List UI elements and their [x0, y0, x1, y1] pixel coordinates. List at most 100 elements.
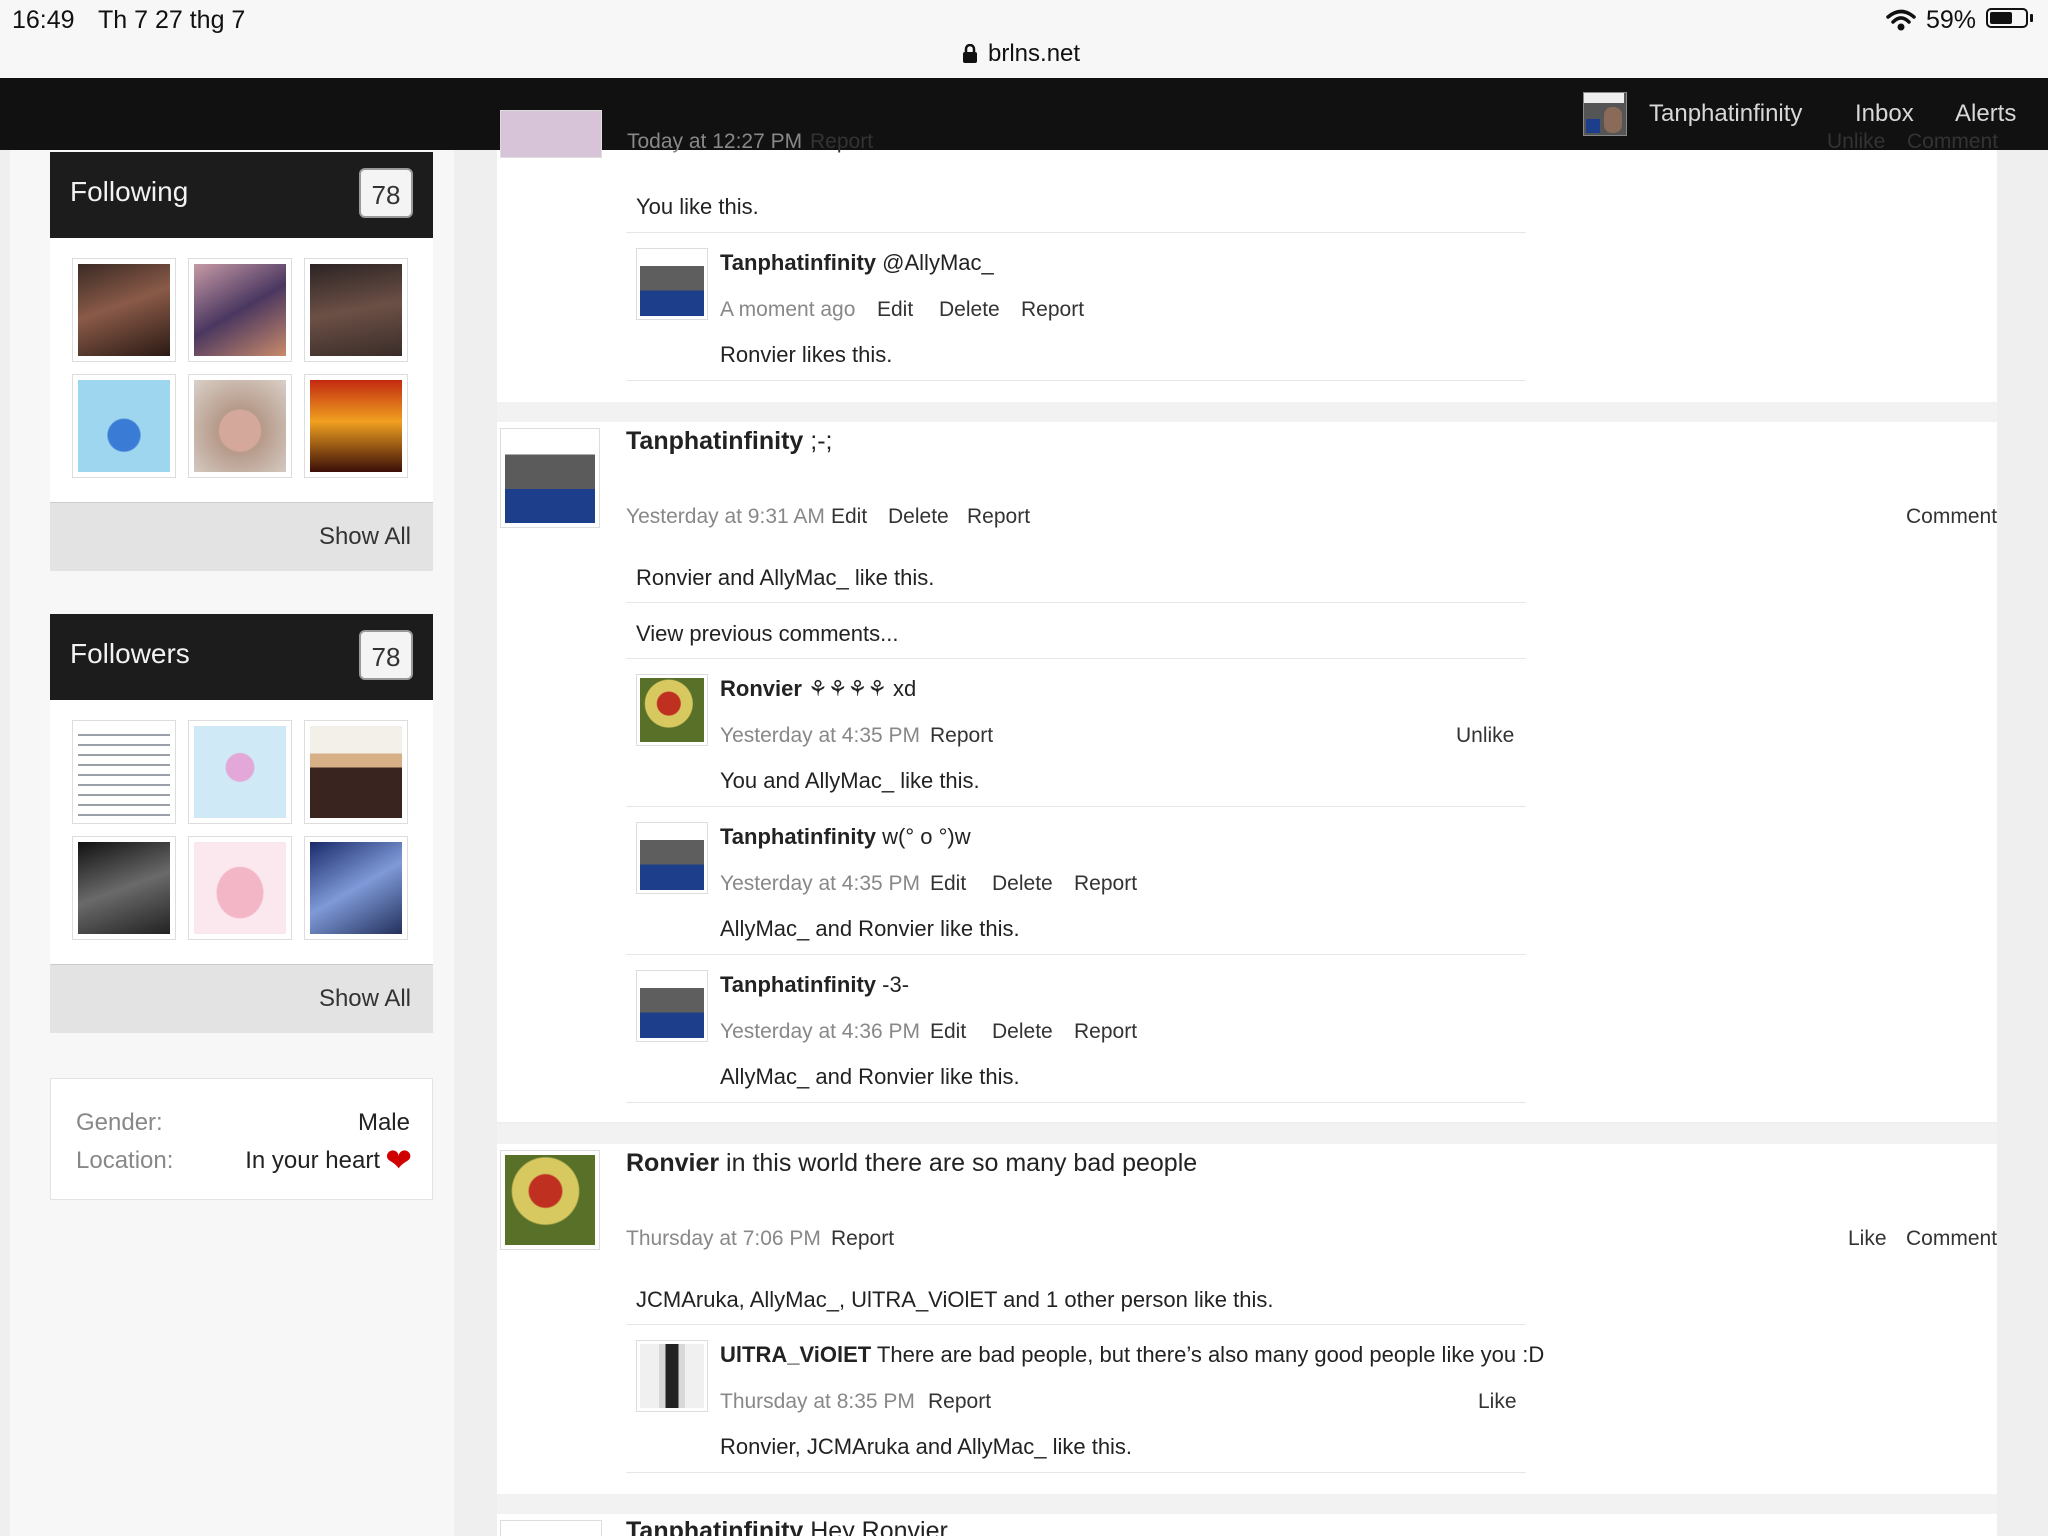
post-report-link[interactable]: Report: [810, 130, 873, 154]
comment-report-link[interactable]: Report: [930, 724, 993, 748]
comment-edit-link[interactable]: Edit: [930, 1020, 966, 1044]
view-previous-comments-link[interactable]: View previous comments...: [636, 621, 898, 647]
battery-cap: [2030, 14, 2033, 22]
comment-body: UlTRA_ViOlET There are bad people, but t…: [720, 1342, 1544, 1368]
post-separator: [497, 1494, 1997, 1514]
comment-time: Yesterday at 4:35 PM: [720, 724, 921, 747]
comment-text: There are bad people, but there’s also m…: [876, 1342, 1545, 1367]
post-avatar[interactable]: [500, 1520, 602, 1536]
comment-text: @AllyMac_: [882, 250, 994, 275]
post-avatar[interactable]: [500, 110, 602, 158]
comment-body: Tanphatinfinity @AllyMac_: [720, 250, 994, 276]
comment-report-link[interactable]: Report: [1074, 1020, 1137, 1044]
battery-icon: [1986, 8, 2028, 28]
gender-value: Male: [357, 1109, 410, 1136]
gender-label: Gender:: [76, 1109, 163, 1136]
comment-time: Thursday at 8:35 PM: [720, 1390, 915, 1413]
post-comment-link[interactable]: Comment: [1906, 1227, 1997, 1251]
post-avatar[interactable]: [500, 428, 600, 528]
post-report-link[interactable]: Report: [831, 1227, 894, 1251]
comment-report-link[interactable]: Report: [1074, 872, 1137, 896]
comment-body: Tanphatinfinity -3-: [720, 972, 909, 998]
follower-avatar[interactable]: [188, 720, 292, 824]
post-author[interactable]: Ronvier: [626, 1149, 719, 1177]
comment-like-link[interactable]: Like: [1478, 1390, 1517, 1414]
status-time: 16:49: [12, 6, 75, 34]
comment-author[interactable]: Tanphatinfinity: [720, 250, 876, 275]
comment-author[interactable]: Ronvier: [720, 676, 802, 701]
comment-edit-link[interactable]: Edit: [930, 872, 966, 896]
comment-avatar[interactable]: [636, 1340, 708, 1412]
comment-avatar[interactable]: [636, 248, 708, 320]
comment-avatar[interactable]: [636, 674, 708, 746]
comment-report-link[interactable]: Report: [1021, 298, 1084, 322]
comment-edit-link[interactable]: Edit: [877, 298, 913, 322]
post-comment-link[interactable]: Comment: [1906, 505, 1997, 529]
comment-author[interactable]: UlTRA_ViOlET: [720, 1342, 871, 1367]
comment-report-link[interactable]: Report: [928, 1390, 991, 1414]
nav-inbox-link[interactable]: Inbox: [1855, 100, 1914, 128]
comment-text: w(° o °)w: [882, 824, 971, 849]
post-author[interactable]: Tanphatinfinity: [626, 1517, 803, 1536]
post-report-link[interactable]: Report: [967, 505, 1030, 529]
comment-avatar[interactable]: [636, 970, 708, 1042]
comment-avatar[interactable]: [636, 822, 708, 894]
follower-avatar[interactable]: [304, 720, 408, 824]
following-avatar[interactable]: [188, 374, 292, 478]
comment-body: Tanphatinfinity w(° o °)w: [720, 824, 971, 850]
post-likes-summary: Ronvier and AllyMac_ like this.: [636, 565, 935, 590]
nav-alerts-link[interactable]: Alerts: [1955, 100, 2016, 128]
post-like-link[interactable]: Like: [1848, 1227, 1887, 1251]
following-avatar[interactable]: [72, 258, 176, 362]
post-delete-link[interactable]: Delete: [888, 505, 949, 529]
divider-line: [626, 380, 1526, 381]
comment-author[interactable]: Tanphatinfinity: [720, 824, 876, 849]
post-comment-link[interactable]: Comment: [1907, 130, 1998, 154]
following-avatar[interactable]: [188, 258, 292, 362]
divider-line: [626, 232, 1526, 233]
following-show-all-button[interactable]: Show All: [50, 502, 433, 571]
comment-delete-link[interactable]: Delete: [939, 298, 1000, 322]
post-time: Thursday at 7:06 PM: [626, 1227, 821, 1250]
following-avatar[interactable]: [72, 374, 176, 478]
comment-author[interactable]: Tanphatinfinity: [720, 972, 876, 997]
post-author[interactable]: Tanphatinfinity: [626, 427, 803, 455]
following-avatar[interactable]: [304, 258, 408, 362]
comment-delete-link[interactable]: Delete: [992, 1020, 1053, 1044]
post-body: Tanphatinfinity Hey Ronvier: [626, 1517, 948, 1536]
profile-post: Tanphatinfinity Hey Ronvier: [497, 1514, 1997, 1536]
post-avatar[interactable]: [500, 1150, 600, 1250]
post-likes-summary: You like this.: [636, 194, 759, 219]
post-separator: [497, 402, 1997, 422]
follower-avatar[interactable]: [188, 836, 292, 940]
comment-time: Yesterday at 4:36 PM: [720, 1020, 921, 1043]
followers-title: Followers: [70, 638, 190, 669]
lock-icon: [963, 44, 977, 63]
comment-likes: You and AllyMac_ like this.: [720, 768, 980, 793]
comment-body: Ronvier ⚘⚘⚘⚘ xd: [720, 676, 916, 702]
nav-avatar[interactable]: [1583, 92, 1627, 136]
post-edit-link[interactable]: Edit: [831, 505, 867, 529]
follower-avatar[interactable]: [304, 836, 408, 940]
nav-username-link[interactable]: Tanphatinfinity: [1649, 100, 1802, 128]
followers-show-all-label: Show All: [318, 985, 411, 1012]
divider-line: [626, 954, 1526, 955]
comment-likes: AllyMac_ and Ronvier like this.: [720, 916, 1020, 941]
location-value: In your heart: [245, 1147, 380, 1174]
following-avatar[interactable]: [304, 374, 408, 478]
followers-show-all-button[interactable]: Show All: [50, 964, 433, 1033]
url-text[interactable]: brlns.net: [988, 40, 1080, 68]
comment-text: ⚘⚘⚘⚘ xd: [808, 676, 917, 701]
post-unlike-link[interactable]: Unlike: [1827, 130, 1885, 154]
comment-delete-link[interactable]: Delete: [992, 872, 1053, 896]
divider-line: [626, 602, 1526, 603]
follower-avatar[interactable]: [72, 836, 176, 940]
divider-line: [626, 1102, 1526, 1103]
following-count-badge[interactable]: 78: [359, 168, 413, 218]
followers-header: Followers 78: [50, 614, 433, 700]
post-text: in this world there are so many bad peop…: [726, 1149, 1198, 1177]
battery-percent: 59%: [1926, 6, 1977, 34]
followers-count-badge[interactable]: 78: [359, 630, 413, 680]
comment-unlike-link[interactable]: Unlike: [1456, 724, 1514, 748]
follower-avatar[interactable]: [72, 720, 176, 824]
